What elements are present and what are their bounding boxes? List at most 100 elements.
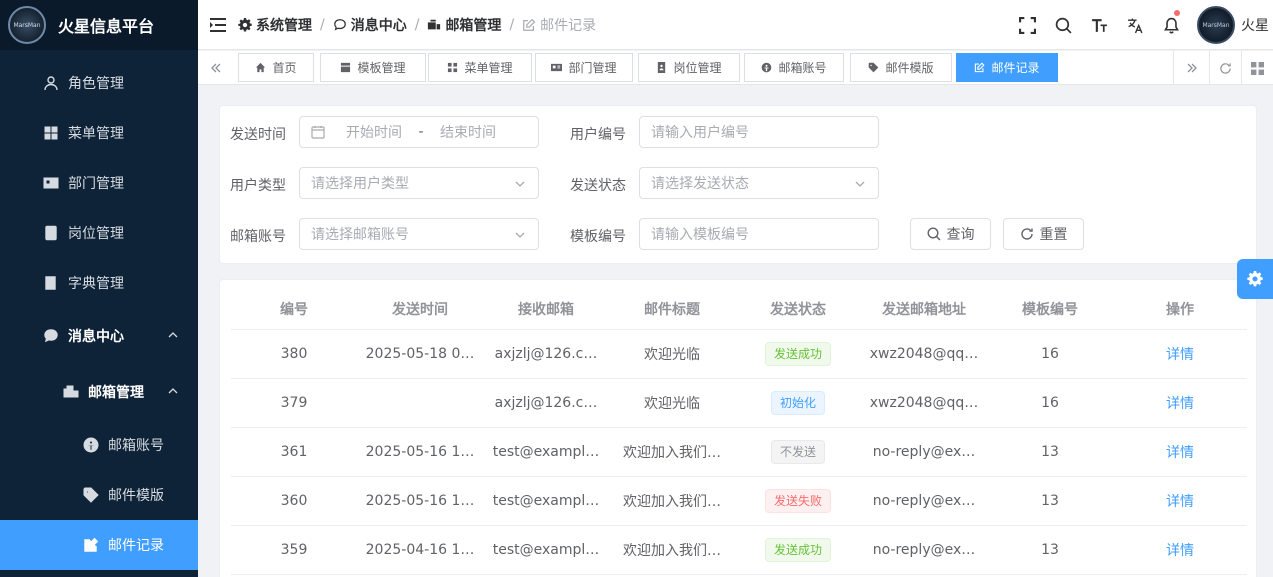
user-type-label: 用户类型 (230, 178, 286, 194)
cell-status: 发送失败 (735, 489, 861, 513)
grid-icon (42, 124, 60, 142)
send-status-select[interactable]: 请选择发送状态 (639, 167, 879, 199)
table-row[interactable]: 379 axjzlj@126.c… 欢迎光临 初始化 xwz2048@qq… 1… (231, 379, 1247, 428)
query-button-label: 查询 (946, 227, 975, 243)
hamburger-icon[interactable] (198, 0, 238, 50)
reset-button[interactable]: 重置 (1003, 218, 1084, 250)
sidebar-item-mailbox[interactable]: 邮箱管理 (0, 367, 198, 417)
send-time-range-picker[interactable]: 开始时间 - 结束时间 (299, 116, 539, 148)
cell-title: 欢迎光临 (644, 396, 700, 412)
tab-mail-account[interactable]: 邮箱账号 (744, 53, 844, 82)
sidebar-item-mail-log[interactable]: 邮件记录 (0, 520, 198, 570)
status-badge: 发送失败 (764, 489, 831, 513)
query-button[interactable]: 查询 (910, 218, 991, 250)
column-header[interactable]: 编号 (231, 299, 357, 319)
sidebar-item-message[interactable]: 消息中心 (0, 311, 198, 361)
fullscreen-icon[interactable] (1009, 0, 1045, 50)
column-header[interactable]: 模板编号 (987, 299, 1113, 319)
user-id-input[interactable]: 请输入用户编号 (639, 116, 879, 148)
detail-link[interactable]: 详情 (1166, 396, 1194, 412)
cell-from: xwz2048@qq… (869, 346, 979, 362)
detail-link[interactable]: 详情 (1166, 445, 1194, 461)
user-name[interactable]: 火星 (1241, 15, 1269, 35)
chevron-down-icon (515, 232, 525, 238)
scroll-left-icon[interactable] (198, 51, 234, 85)
cell-to: test@exampl… (492, 542, 600, 558)
grid-menu-icon[interactable] (1241, 51, 1273, 85)
cell-id: 380 (280, 346, 308, 362)
cell-status: 发送成功 (735, 342, 861, 366)
table-row[interactable]: 360 2025-05-16 1… test@exampl… 欢迎加入我们… 发… (231, 477, 1247, 526)
chevron-up-icon (168, 332, 178, 338)
settings-button[interactable] (1237, 259, 1273, 299)
cell-id: 379 (280, 395, 308, 411)
gear-icon (238, 17, 252, 31)
bell-icon[interactable] (1153, 0, 1189, 50)
template-id-input[interactable]: 请输入模板编号 (639, 218, 879, 250)
translate-icon[interactable] (1117, 0, 1153, 50)
id-card-icon (42, 174, 60, 192)
tab-template[interactable]: 模板管理 (320, 53, 426, 82)
detail-link[interactable]: 详情 (1166, 347, 1194, 363)
table-row[interactable]: 361 2025-05-16 1… test@exampl… 欢迎加入我们… 不… (231, 428, 1247, 477)
avatar[interactable]: MarsMan (1197, 6, 1235, 44)
column-header[interactable]: 发送状态 (735, 299, 861, 319)
mail-account-select[interactable]: 请选择邮箱账号 (299, 218, 539, 250)
mail-log-table: 编号 发送时间 接收邮箱 邮件标题 发送状态 发送邮箱地址 模板编号 操作 38… (219, 279, 1257, 577)
breadcrumb: 系统管理 / 消息中心 / 邮箱管理 / 邮件记录 (238, 15, 596, 35)
sidebar-item-mail-account[interactable]: 邮箱账号 (0, 420, 198, 470)
start-time-placeholder[interactable]: 开始时间 (339, 122, 409, 142)
table-header: 编号 发送时间 接收邮箱 邮件标题 发送状态 发送邮箱地址 模板编号 操作 (231, 288, 1247, 330)
logo-area[interactable]: MarsMan 火星信息平台 (0, 0, 198, 50)
tab-label: 首页 (272, 61, 297, 75)
font-size-icon[interactable] (1081, 0, 1117, 50)
cell-send-time: 2025-05-18 0… (365, 346, 475, 362)
tab-mail-log[interactable]: 邮件记录 (956, 53, 1058, 82)
sidebar-item-label: 字典管理 (68, 276, 124, 292)
template-id-placeholder: 请输入模板编号 (651, 227, 749, 243)
gear-icon (1247, 271, 1263, 287)
edit-icon (523, 18, 536, 31)
cell-template: 13 (1041, 444, 1059, 460)
tab-menu[interactable]: 菜单管理 (428, 53, 532, 82)
column-header[interactable]: 邮件标题 (609, 299, 735, 319)
detail-link[interactable]: 详情 (1166, 494, 1194, 510)
sidebar-item-role[interactable]: 角色管理 (0, 58, 198, 108)
end-time-placeholder[interactable]: 结束时间 (433, 122, 503, 142)
refresh-icon[interactable] (1209, 51, 1241, 85)
tab-mail-template[interactable]: 邮件模版 (850, 53, 952, 82)
chevron-down-icon (855, 181, 865, 187)
search-icon[interactable] (1045, 0, 1081, 50)
breadcrumb-item[interactable]: 邮箱管理 (427, 15, 501, 35)
header-toolbar: MarsMan 火星 (1009, 0, 1273, 50)
sidebar-item-post[interactable]: 岗位管理 (0, 208, 198, 258)
user-icon (42, 74, 60, 92)
cell-id: 361 (280, 444, 308, 460)
breadcrumb-item[interactable]: 系统管理 (238, 15, 312, 35)
sidebar-item-dict[interactable]: 字典管理 (0, 258, 198, 308)
user-type-select[interactable]: 请选择用户类型 (299, 167, 539, 199)
status-badge: 发送成功 (764, 342, 831, 366)
sidebar-item-mail-template[interactable]: 邮件模版 (0, 470, 198, 520)
sidebar-item-menu[interactable]: 菜单管理 (0, 108, 198, 158)
detail-link[interactable]: 详情 (1166, 543, 1194, 559)
column-header[interactable]: 接收邮箱 (483, 299, 609, 319)
sidebar-item-label: 邮件记录 (108, 538, 164, 554)
user-type-placeholder: 请选择用户类型 (311, 176, 409, 192)
column-header[interactable]: 发送时间 (357, 299, 483, 319)
template-id-label: 模板编号 (570, 229, 626, 245)
column-header[interactable]: 发送邮箱地址 (861, 299, 987, 319)
tab-dept[interactable]: 部门管理 (535, 53, 633, 82)
sidebar-item-dept[interactable]: 部门管理 (0, 158, 198, 208)
search-icon (926, 227, 940, 241)
table-row[interactable]: 380 2025-05-18 0… axjzlj@126.c… 欢迎光临 发送成… (231, 330, 1247, 379)
cell-from: no-reply@ex… (872, 493, 976, 509)
home-icon (256, 62, 266, 73)
tab-home[interactable]: 首页 (238, 53, 314, 82)
tab-post[interactable]: 岗位管理 (638, 53, 740, 82)
scroll-right-icon[interactable] (1173, 51, 1209, 85)
column-header[interactable]: 操作 (1113, 299, 1247, 319)
breadcrumb-item[interactable]: 消息中心 (333, 15, 407, 35)
tab-label: 菜单管理 (464, 61, 513, 75)
table-row[interactable]: 359 2025-04-16 1… test@exampl… 欢迎加入我们… 发… (231, 526, 1247, 575)
